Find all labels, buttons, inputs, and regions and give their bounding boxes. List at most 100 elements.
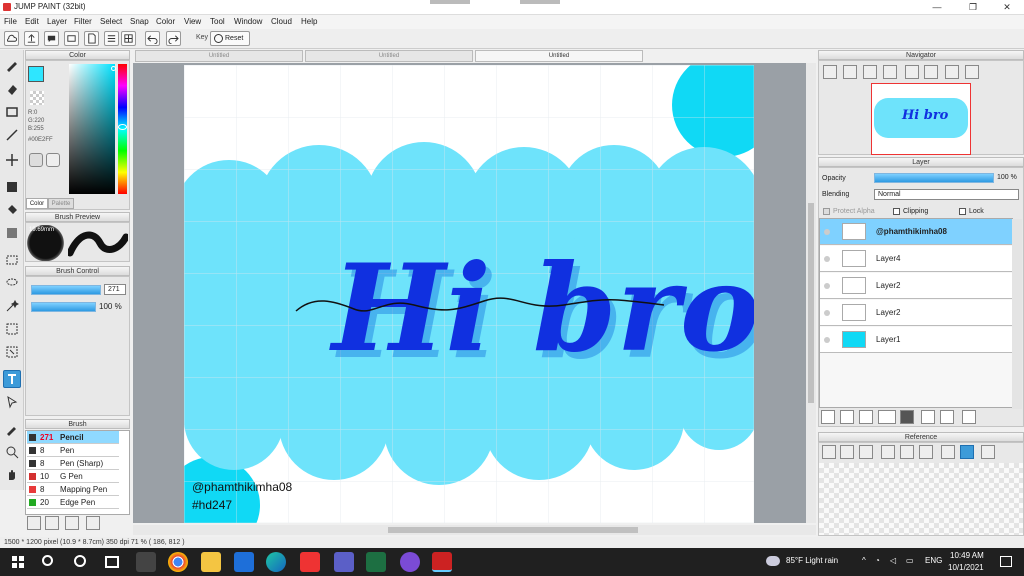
clock-date[interactable]: 10/1/2021: [948, 563, 984, 572]
merge-layer-icon[interactable]: [940, 410, 954, 424]
jump-paint-taskbar-icon[interactable]: [432, 552, 452, 572]
comment-icon[interactable]: [64, 31, 79, 46]
new-layer-dropdown-icon[interactable]: [878, 410, 896, 424]
close-icon[interactable]: ✕: [990, 0, 1024, 15]
brush-item[interactable]: 10 G Pen: [27, 470, 119, 483]
ref-upload-icon[interactable]: [822, 445, 836, 459]
bucket-icon[interactable]: [3, 201, 21, 219]
upload-icon[interactable]: [24, 31, 39, 46]
document-icon[interactable]: [84, 31, 99, 46]
tab-palette[interactable]: Palette: [48, 198, 74, 209]
foreground-color-swatch[interactable]: [28, 66, 44, 82]
drag-handle[interactable]: [520, 0, 560, 4]
layer-row[interactable]: Layer2: [820, 300, 1012, 326]
layer-row[interactable]: Layer4: [820, 246, 1012, 272]
menu-help[interactable]: Help: [301, 17, 317, 26]
scroll-thumb[interactable]: [388, 527, 638, 533]
search-icon[interactable]: [42, 555, 53, 566]
ref-close-icon[interactable]: [859, 445, 873, 459]
excel-icon[interactable]: [366, 552, 386, 572]
tray-chevron-icon[interactable]: ^: [862, 556, 866, 565]
blending-select[interactable]: Normal: [874, 189, 1019, 200]
rotate-left-icon[interactable]: [905, 65, 919, 79]
delete-layer-icon[interactable]: [962, 410, 976, 424]
menu-cloud[interactable]: Cloud: [271, 17, 292, 26]
menu-filter[interactable]: Filter: [74, 17, 92, 26]
messenger-icon[interactable]: [400, 552, 420, 572]
restore-icon[interactable]: ❐: [956, 0, 990, 15]
sv-cursor[interactable]: [111, 66, 116, 71]
layer-row[interactable]: @phamthikimha08: [820, 219, 1012, 245]
notification-icon[interactable]: [1000, 556, 1012, 567]
hue-slider[interactable]: [118, 64, 127, 194]
edge-icon[interactable]: [266, 552, 286, 572]
brush-item[interactable]: 8 Mapping Pen: [27, 483, 119, 496]
new-layer-icon[interactable]: [821, 410, 835, 424]
brush-item[interactable]: 271 Pencil: [27, 431, 119, 444]
fill-rect-icon[interactable]: [3, 178, 21, 196]
grid-icon[interactable]: [121, 31, 136, 46]
paint-app-icon[interactable]: [300, 552, 320, 572]
magic-wand-icon[interactable]: [3, 297, 21, 315]
visibility-icon[interactable]: [824, 256, 830, 262]
doc-tab[interactable]: Untitled: [135, 50, 303, 62]
volume-icon[interactable]: ◁: [890, 556, 896, 565]
minimize-icon[interactable]: —: [920, 0, 954, 15]
cloud-icon[interactable]: [4, 31, 19, 46]
menu-view[interactable]: View: [184, 17, 201, 26]
add-brush-icon[interactable]: [27, 516, 41, 530]
flip-icon[interactable]: [924, 65, 938, 79]
eyedropper-icon[interactable]: [3, 420, 21, 438]
drag-handle[interactable]: [430, 0, 470, 4]
task-view-icon[interactable]: [105, 556, 119, 568]
mail-icon[interactable]: [234, 552, 254, 572]
menu-file[interactable]: File: [4, 17, 17, 26]
zoom-tool-icon[interactable]: [3, 443, 21, 461]
text-tool-icon[interactable]: [3, 370, 21, 388]
copy-color-icon[interactable]: [46, 153, 60, 167]
vertical-scrollbar[interactable]: [806, 63, 816, 523]
visibility-icon[interactable]: [824, 337, 830, 343]
operation-icon[interactable]: [3, 393, 21, 411]
layer-row[interactable]: Layer2: [820, 273, 1012, 299]
zoom-out-icon[interactable]: [823, 65, 837, 79]
new-raster-layer-icon[interactable]: [840, 410, 854, 424]
ref-zoom-in-icon[interactable]: [881, 445, 895, 459]
protect-alpha-checkbox[interactable]: [823, 208, 830, 215]
scroll-thumb[interactable]: [808, 203, 814, 403]
new-8bit-layer-icon[interactable]: [859, 410, 873, 424]
menu-select[interactable]: Select: [100, 17, 122, 26]
transparent-swatch[interactable]: [30, 91, 44, 105]
duplicate-brush-icon[interactable]: [65, 516, 79, 530]
saturation-value-picker[interactable]: [69, 64, 116, 194]
move-icon[interactable]: [3, 151, 21, 169]
brush-item[interactable]: 20 Edge Pen: [27, 496, 119, 509]
doc-tab-active[interactable]: Untitled: [475, 50, 643, 62]
brush-settings-icon[interactable]: [86, 516, 100, 530]
reference-canvas[interactable]: [819, 463, 1023, 535]
brush-size-slider[interactable]: [31, 285, 101, 295]
store-icon[interactable]: [136, 552, 156, 572]
navigator-thumbnail[interactable]: Hi bro: [871, 83, 971, 155]
menu-tool[interactable]: Tool: [210, 17, 225, 26]
brush-tool-icon[interactable]: [3, 56, 21, 74]
line-icon[interactable]: [3, 126, 21, 144]
brush-item[interactable]: 8 Pen: [27, 444, 119, 457]
chrome-icon[interactable]: [168, 552, 188, 572]
doc-tab[interactable]: Untitled: [305, 50, 473, 62]
menu-edit[interactable]: Edit: [25, 17, 39, 26]
zoom-in-icon[interactable]: [843, 65, 857, 79]
clipping-checkbox[interactable]: [893, 208, 900, 215]
menu-snap[interactable]: Snap: [130, 17, 149, 26]
reset-rotation-icon[interactable]: [965, 65, 979, 79]
ref-reset-icon[interactable]: [981, 445, 995, 459]
brush-item[interactable]: 8 Pen (Sharp): [27, 457, 119, 470]
gradient-icon[interactable]: [3, 224, 21, 242]
hue-cursor[interactable]: [118, 124, 127, 130]
eraser-icon[interactable]: [3, 80, 21, 98]
fit-icon[interactable]: [863, 65, 877, 79]
lock-checkbox[interactable]: [959, 208, 966, 215]
horizontal-scrollbar[interactable]: [133, 525, 816, 535]
tab-color[interactable]: Color: [26, 198, 48, 209]
layer-scrollbar[interactable]: [1012, 219, 1022, 409]
